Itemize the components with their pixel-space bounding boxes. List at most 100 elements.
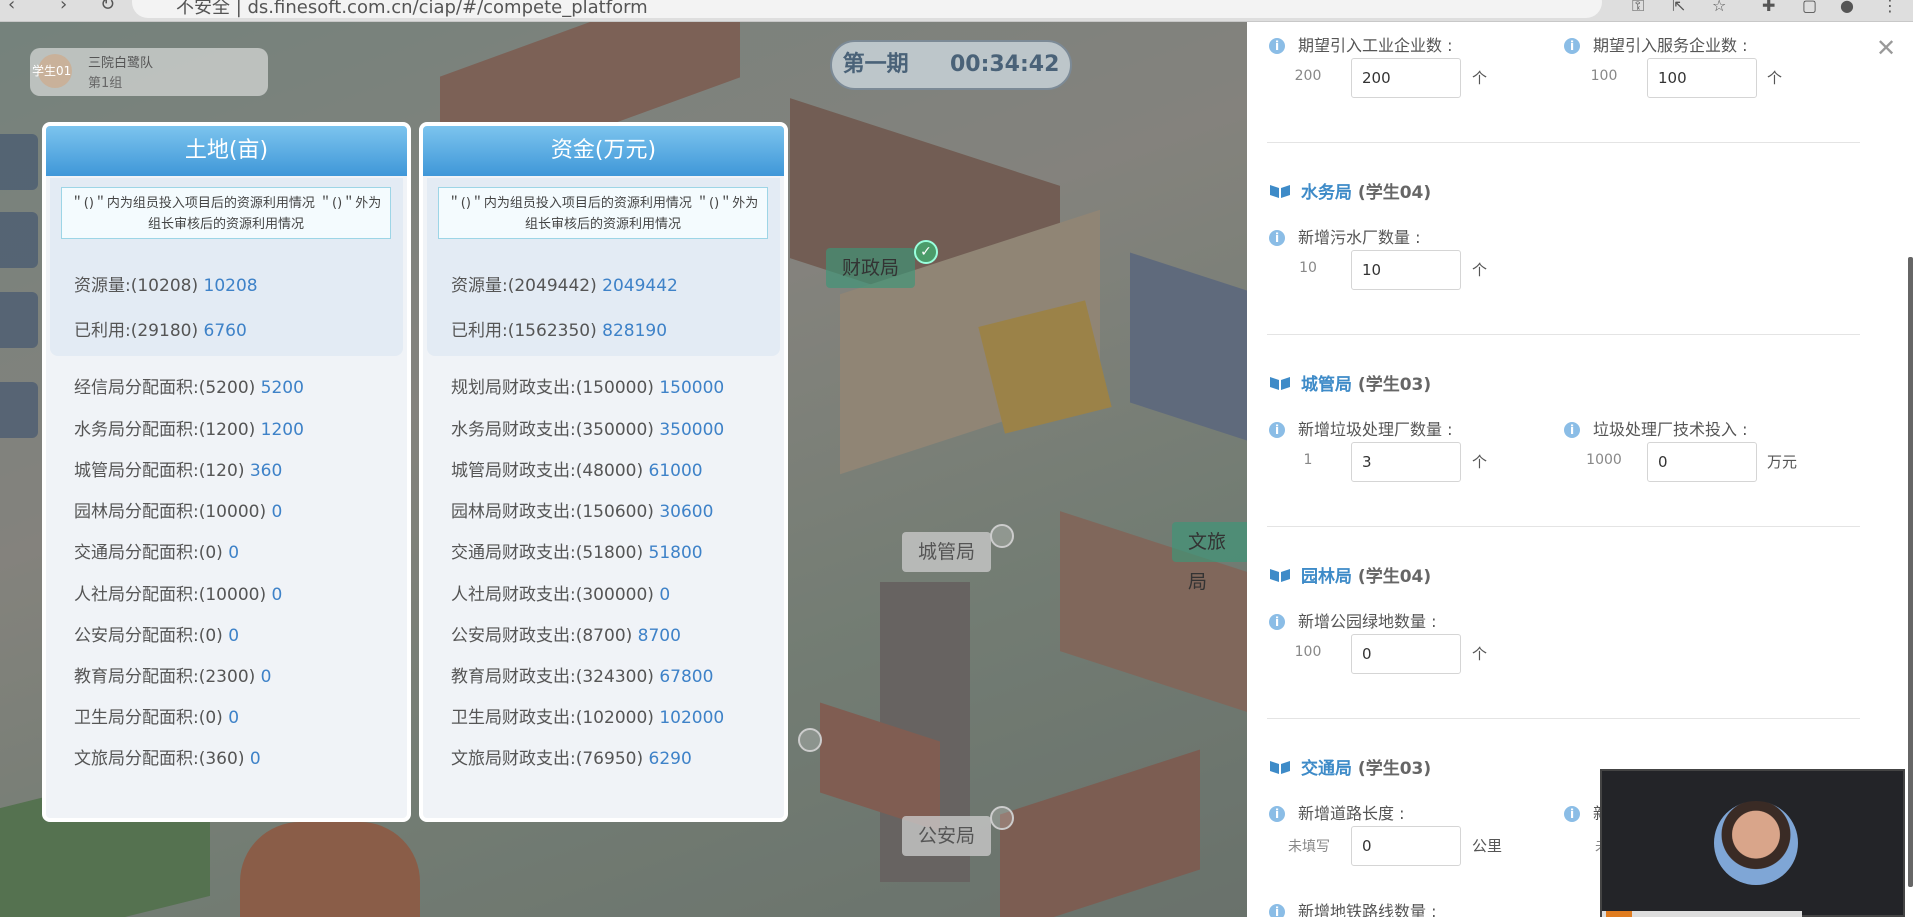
park-input[interactable]: 0 — [1351, 634, 1461, 674]
unit-label: 个 — [1472, 453, 1488, 471]
row-pending: (8700) — [575, 626, 633, 646]
row-label: 交通局分配面积: — [74, 543, 199, 563]
info-icon: i — [1269, 806, 1285, 822]
fund-row: 规划局财政支出:(150000) 150000 — [451, 373, 724, 398]
row-pending: (0) — [198, 708, 223, 728]
row-pending: (0) — [198, 626, 223, 646]
land-row: 城管局分配面积:(120) 360 — [74, 456, 282, 481]
ref-value: 1000 — [1586, 452, 1622, 468]
url-text[interactable]: 不安全 | ds.finesoft.com.cn/ciap/#/compete_… — [176, 0, 648, 19]
map-label-city[interactable]: 城管局 — [902, 532, 992, 572]
row-pending: (1200) — [198, 420, 256, 440]
section-urban: 城管局 (学生03) — [1269, 370, 1431, 395]
row-pending: (360) — [198, 749, 245, 769]
row-value: 0 — [260, 667, 272, 687]
video-preview[interactable] — [1600, 769, 1905, 917]
row-label: 园林局分配面积: — [74, 502, 199, 522]
row-value: 0 — [659, 585, 671, 605]
check-icon — [798, 728, 822, 752]
map-label-culture[interactable]: 文旅局 — [1172, 522, 1250, 593]
unit-label: 公里 — [1472, 837, 1503, 855]
row-value: 0 — [271, 585, 283, 605]
land-row: 公安局分配面积:(0) 0 — [74, 621, 239, 646]
info-icon: i — [1564, 806, 1580, 822]
land-panel: 土地(亩) ＂()＂内为组员投入项目后的资源利用情况 ＂()＂外为组长审核后的资… — [42, 122, 411, 822]
land-row: 园林局分配面积:(10000) 0 — [74, 497, 282, 522]
menu-icon[interactable]: ⋮ — [1882, 0, 1898, 15]
side-tab[interactable] — [0, 134, 38, 190]
book-icon — [1269, 375, 1291, 391]
fund-row: 文旅局财政支出:(76950) 6290 — [451, 744, 692, 769]
row-label: 水务局财政支出: — [451, 420, 576, 440]
row-label: 卫生局分配面积: — [74, 708, 199, 728]
row-pending: (300000) — [575, 585, 654, 605]
map-label-finance[interactable]: 财政局 — [826, 248, 916, 288]
road-input[interactable]: 0 — [1351, 826, 1461, 866]
forward-icon[interactable]: › — [60, 0, 67, 15]
book-icon — [1269, 183, 1291, 199]
profile-icon[interactable]: ● — [1840, 0, 1854, 15]
land-row: 人社局分配面积:(10000) 0 — [74, 580, 282, 605]
fund-row: 园林局财政支出:(150600) 30600 — [451, 497, 713, 522]
unit-label: 个 — [1767, 69, 1783, 87]
row-pending: (120) — [198, 461, 245, 481]
key-icon[interactable]: ⚿ — [1632, 0, 1644, 16]
row-pending: (150600) — [575, 502, 654, 522]
row-label: 规划局财政支出: — [451, 378, 576, 398]
close-icon[interactable]: ✕ — [1876, 36, 1896, 60]
row-label: 城管局财政支出: — [451, 461, 576, 481]
extensions-icon[interactable]: ✚ — [1762, 0, 1775, 15]
ref-value: 200 — [1294, 68, 1322, 84]
row-value: 828190 — [602, 321, 668, 341]
row-value: 61000 — [648, 461, 703, 481]
row-value: 102000 — [659, 708, 725, 728]
group-name: 第1组 — [88, 76, 123, 91]
row-label: 文旅局财政支出: — [451, 749, 576, 769]
ref-value: 10 — [1299, 260, 1317, 276]
row-pending: (1562350) — [507, 321, 597, 341]
land-panel-title: 土地(亩) — [46, 126, 407, 176]
row-pending: (0) — [198, 543, 223, 563]
browser-toolbar: ‹ › ↻ 不安全 | ds.finesoft.com.cn/ciap/#/co… — [0, 0, 1913, 22]
map-label-police[interactable]: 公安局 — [902, 816, 992, 856]
row-value: 150000 — [659, 378, 725, 398]
garbage-tech-input[interactable]: 0 — [1647, 442, 1757, 482]
section-water: 水务局 (学生04) — [1269, 178, 1431, 203]
info-icon: i — [1269, 230, 1285, 246]
row-value: 5200 — [260, 378, 304, 398]
info-icon: i — [1269, 904, 1285, 917]
row-pending: (324300) — [575, 667, 654, 687]
garbage-tech-label: i 垃圾处理厂技术投入 : — [1564, 416, 1747, 440]
row-label: 教育局分配面积: — [74, 667, 199, 687]
scrollbar[interactable] — [1908, 257, 1913, 887]
fund-row: 交通局财政支出:(51800) 51800 — [451, 538, 703, 563]
service-input[interactable]: 100 — [1647, 58, 1757, 98]
row-label: 文旅局分配面积: — [74, 749, 199, 769]
land-note: ＂()＂内为组员投入项目后的资源利用情况 ＂()＂外为组长审核后的资源利用情况 — [61, 187, 391, 239]
back-icon[interactable]: ‹ — [8, 0, 15, 15]
student-id: 学生01 — [32, 64, 72, 78]
sewage-input[interactable]: 10 — [1351, 250, 1461, 290]
row-pending: (10000) — [198, 502, 267, 522]
row-label: 人社局分配面积: — [74, 585, 199, 605]
reload-icon[interactable]: ↻ — [100, 0, 115, 15]
row-value: 51800 — [648, 543, 703, 563]
info-icon: i — [1269, 614, 1285, 630]
row-value: 0 — [228, 708, 240, 728]
side-tab[interactable] — [0, 382, 38, 438]
ref-value: 100 — [1294, 644, 1322, 660]
side-tab[interactable] — [0, 212, 38, 268]
star-icon[interactable]: ☆ — [1712, 0, 1726, 15]
info-icon: i — [1564, 38, 1580, 54]
industry-input[interactable]: 200 — [1351, 58, 1461, 98]
row-pending: (150000) — [575, 378, 654, 398]
row-value: 2049442 — [602, 276, 678, 296]
garbage-plant-input[interactable]: 3 — [1351, 442, 1461, 482]
side-tab[interactable] — [0, 292, 38, 348]
fund-row: 城管局财政支出:(48000) 61000 — [451, 456, 703, 481]
service-label: i 期望引入服务企业数 : — [1564, 32, 1747, 56]
share-icon[interactable]: ⇱ — [1672, 0, 1685, 15]
window-icon[interactable]: ▢ — [1802, 0, 1817, 15]
row-label: 城管局分配面积: — [74, 461, 199, 481]
fund-note: ＂()＂内为组员投入项目后的资源利用情况 ＂()＂外为组长审核后的资源利用情况 — [438, 187, 768, 239]
